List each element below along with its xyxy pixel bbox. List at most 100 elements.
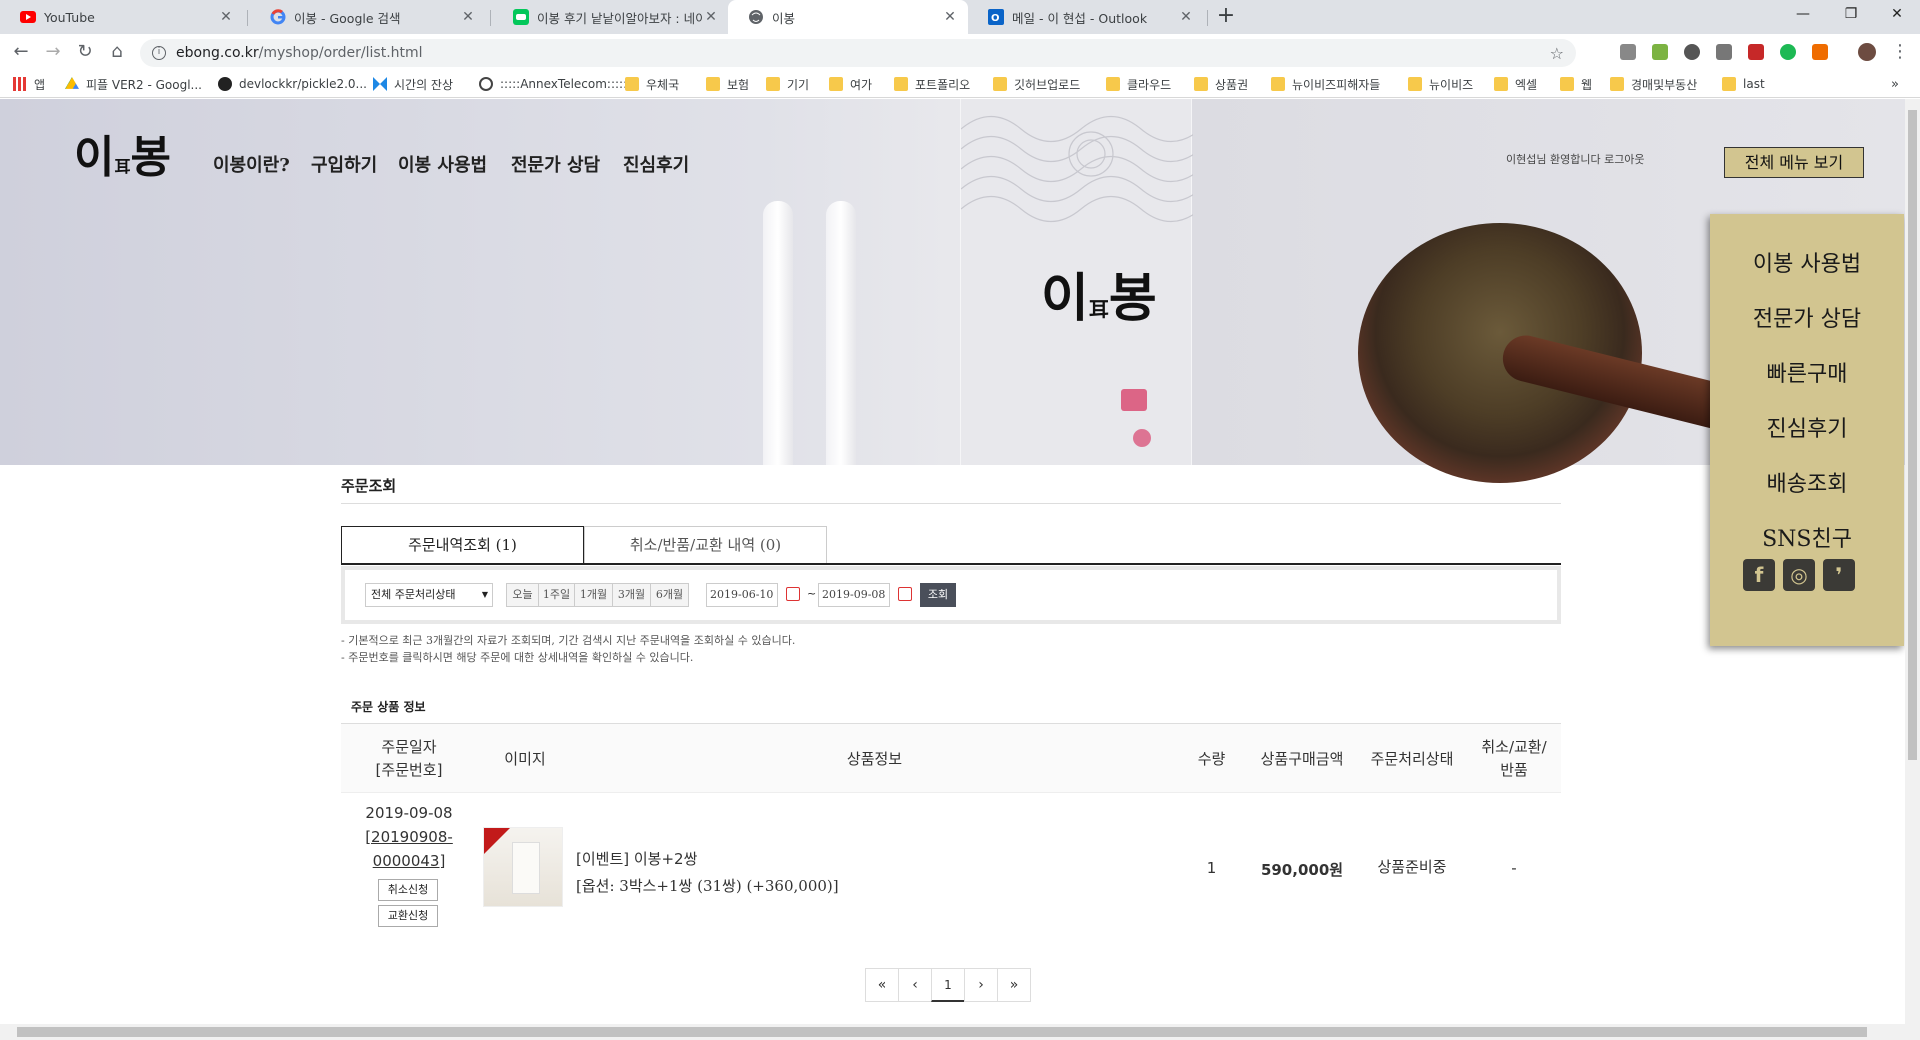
period-3month-button[interactable]: 3개월 — [612, 583, 651, 607]
reload-icon[interactable]: ↻ — [73, 40, 97, 64]
window-close-button[interactable]: ✕ — [1874, 0, 1920, 30]
extension-icon[interactable] — [1812, 44, 1828, 60]
blog-icon[interactable]: ❜ — [1823, 559, 1855, 591]
close-icon[interactable]: ✕ — [942, 9, 958, 25]
tab-order-history[interactable]: 주문내역조회 (1) — [341, 526, 584, 564]
welcome-logout-text[interactable]: 이현섭님 환영합니다 로그아웃 — [1506, 151, 1645, 167]
facebook-icon[interactable]: f — [1743, 559, 1775, 591]
nav-about[interactable]: 이봉이란? — [213, 151, 290, 177]
period-6month-button[interactable]: 6개월 — [650, 583, 689, 607]
nav-buy[interactable]: 구입하기 — [311, 151, 377, 177]
order-status-select[interactable]: 전체 주문처리상태 ▼ — [365, 583, 493, 607]
bookmark-folder[interactable]: 기기 — [766, 75, 809, 93]
pdf-extension-icon[interactable] — [1748, 44, 1764, 60]
tab-google-search[interactable]: 이봉 - Google 검색 ✕ — [250, 0, 486, 34]
quick-sns: SNS친구 — [1762, 527, 1852, 552]
browser-toolbar: ← → ↻ ⌂ i ebong.co.kr/myshop/order/list.… — [0, 34, 1920, 70]
avatar[interactable] — [1858, 43, 1876, 61]
bookmark-folder[interactable]: last — [1722, 75, 1765, 93]
nav-usage[interactable]: 이봉 사용법 — [398, 151, 487, 177]
calendar-icon[interactable] — [786, 587, 800, 601]
product-thumbnail[interactable] — [483, 827, 563, 907]
tab-ebong-active[interactable]: 이봉 ✕ — [728, 0, 968, 34]
first-page-button[interactable]: « — [865, 968, 899, 1002]
bookmark-folder[interactable]: 포트폴리오 — [894, 75, 970, 93]
quick-consult[interactable]: 전문가 상담 — [1710, 301, 1904, 333]
camera-extension-icon[interactable] — [1620, 44, 1636, 60]
tab-youtube[interactable]: YouTube ✕ — [0, 0, 244, 34]
restore-button[interactable]: ❐ — [1828, 0, 1874, 30]
site-icon — [373, 77, 387, 91]
more-menu-icon[interactable]: ⋮ — [1888, 40, 1912, 64]
date-from-input[interactable]: 2019-06-10 — [706, 583, 778, 607]
order-number-link[interactable]: [20190908- — [341, 828, 477, 846]
close-icon[interactable]: ✕ — [218, 9, 234, 25]
folder-icon — [1610, 77, 1624, 91]
close-icon[interactable]: ✕ — [1178, 9, 1194, 25]
bookmark-item[interactable]: :::::AnnexTelecom::::: — [479, 75, 627, 93]
bookmark-item[interactable]: 앱 — [13, 75, 45, 93]
grammarly-icon[interactable] — [1780, 44, 1796, 60]
last-page-button[interactable]: » — [997, 968, 1031, 1002]
extension-icon[interactable] — [1652, 44, 1668, 60]
minimize-button[interactable]: — — [1780, 0, 1826, 30]
bookmark-folder[interactable]: 뉴이비즈 — [1408, 75, 1473, 93]
tab-outlook[interactable]: O 메일 - 이 현섭 - Outlook ✕ — [968, 0, 1204, 34]
folder-icon — [1560, 77, 1574, 91]
bookmarks-overflow-button[interactable]: » — [1891, 75, 1899, 93]
bookmark-folder[interactable]: 여가 — [829, 75, 872, 93]
bookmark-folder[interactable]: 뉴이비즈피해자들 — [1271, 75, 1380, 93]
bookmark-item[interactable]: 시간의 잔상 — [373, 75, 453, 93]
nav-reviews[interactable]: 진심후기 — [623, 151, 689, 177]
quick-reviews[interactable]: 진심후기 — [1710, 411, 1904, 443]
tab-naver-blog[interactable]: 이봉 후기 낱낱이알아보자 : 네이 ✕ — [493, 0, 729, 34]
prev-page-button[interactable]: ‹ — [898, 968, 932, 1002]
bookmark-folder[interactable]: 클라우드 — [1106, 75, 1171, 93]
quick-delivery[interactable]: 배송조회 — [1710, 466, 1904, 498]
instagram-icon[interactable]: ◎ — [1783, 559, 1815, 591]
quick-usage[interactable]: 이봉 사용법 — [1710, 246, 1904, 278]
nav-consult[interactable]: 전문가 상담 — [511, 151, 600, 177]
period-1month-button[interactable]: 1개월 — [574, 583, 613, 607]
tab-cancel-history[interactable]: 취소/반품/교환 내역 (0) — [584, 526, 827, 564]
cancel-request-button[interactable]: 취소신청 — [378, 879, 438, 901]
horizontal-scroll-thumb[interactable] — [17, 1027, 1867, 1037]
quick-buy[interactable]: 빠른구매 — [1710, 356, 1904, 388]
back-arrow-icon[interactable]: ← — [9, 40, 33, 64]
new-tab-button[interactable]: + — [1214, 5, 1238, 29]
next-page-button[interactable]: › — [964, 968, 998, 1002]
bookmark-folder[interactable]: 우체국 — [625, 75, 679, 93]
bookmark-folder[interactable]: 경매및부동산 — [1610, 75, 1697, 93]
bookmark-folder[interactable]: 상품권 — [1194, 75, 1248, 93]
help-note: - 주문번호를 클릭하시면 해당 주문에 대한 상세내역을 확인하실 수 있습니… — [341, 651, 694, 664]
search-button[interactable]: 조회 — [920, 583, 956, 607]
calendar-icon[interactable] — [898, 587, 912, 601]
period-today-button[interactable]: 오늘 — [506, 583, 539, 607]
bookmark-item[interactable]: devlockkr/pickle2.0... — [218, 75, 367, 93]
forward-arrow-icon[interactable]: → — [41, 40, 65, 64]
star-icon[interactable]: ☆ — [1550, 44, 1564, 63]
vertical-scroll-thumb[interactable] — [1908, 110, 1917, 760]
bookmark-folder[interactable]: 엑셀 — [1494, 75, 1537, 93]
order-number-link[interactable]: 0000043] — [341, 852, 477, 870]
close-icon[interactable]: ✕ — [460, 9, 476, 25]
bookmark-folder[interactable]: 웹 — [1560, 75, 1592, 93]
download-extension-icon[interactable] — [1716, 44, 1732, 60]
close-icon[interactable]: ✕ — [703, 9, 719, 25]
bookmark-item[interactable]: 피플 VER2 - Googl... — [65, 75, 202, 93]
exchange-request-button[interactable]: 교환신청 — [378, 905, 438, 927]
page-1-button[interactable]: 1 — [931, 968, 965, 1002]
info-icon[interactable]: i — [152, 46, 166, 60]
site-logo[interactable]: 이耳봉 — [74, 121, 171, 185]
home-icon[interactable]: ⌂ — [105, 40, 129, 64]
folder-icon — [1194, 77, 1208, 91]
bookmark-folder[interactable]: 보험 — [706, 75, 749, 93]
product-name-link[interactable]: [이벤트] 이봉+2쌍 — [576, 848, 697, 869]
period-1week-button[interactable]: 1주일 — [538, 583, 575, 607]
address-bar[interactable]: i ebong.co.kr/myshop/order/list.html ☆ — [140, 39, 1576, 67]
all-menu-button[interactable]: 전체 메뉴 보기 — [1724, 147, 1864, 178]
date-to-input[interactable]: 2019-09-08 — [818, 583, 890, 607]
extension-icon[interactable] — [1684, 44, 1700, 60]
divider — [341, 503, 1561, 504]
bookmark-folder[interactable]: 깃허브업로드 — [993, 75, 1080, 93]
